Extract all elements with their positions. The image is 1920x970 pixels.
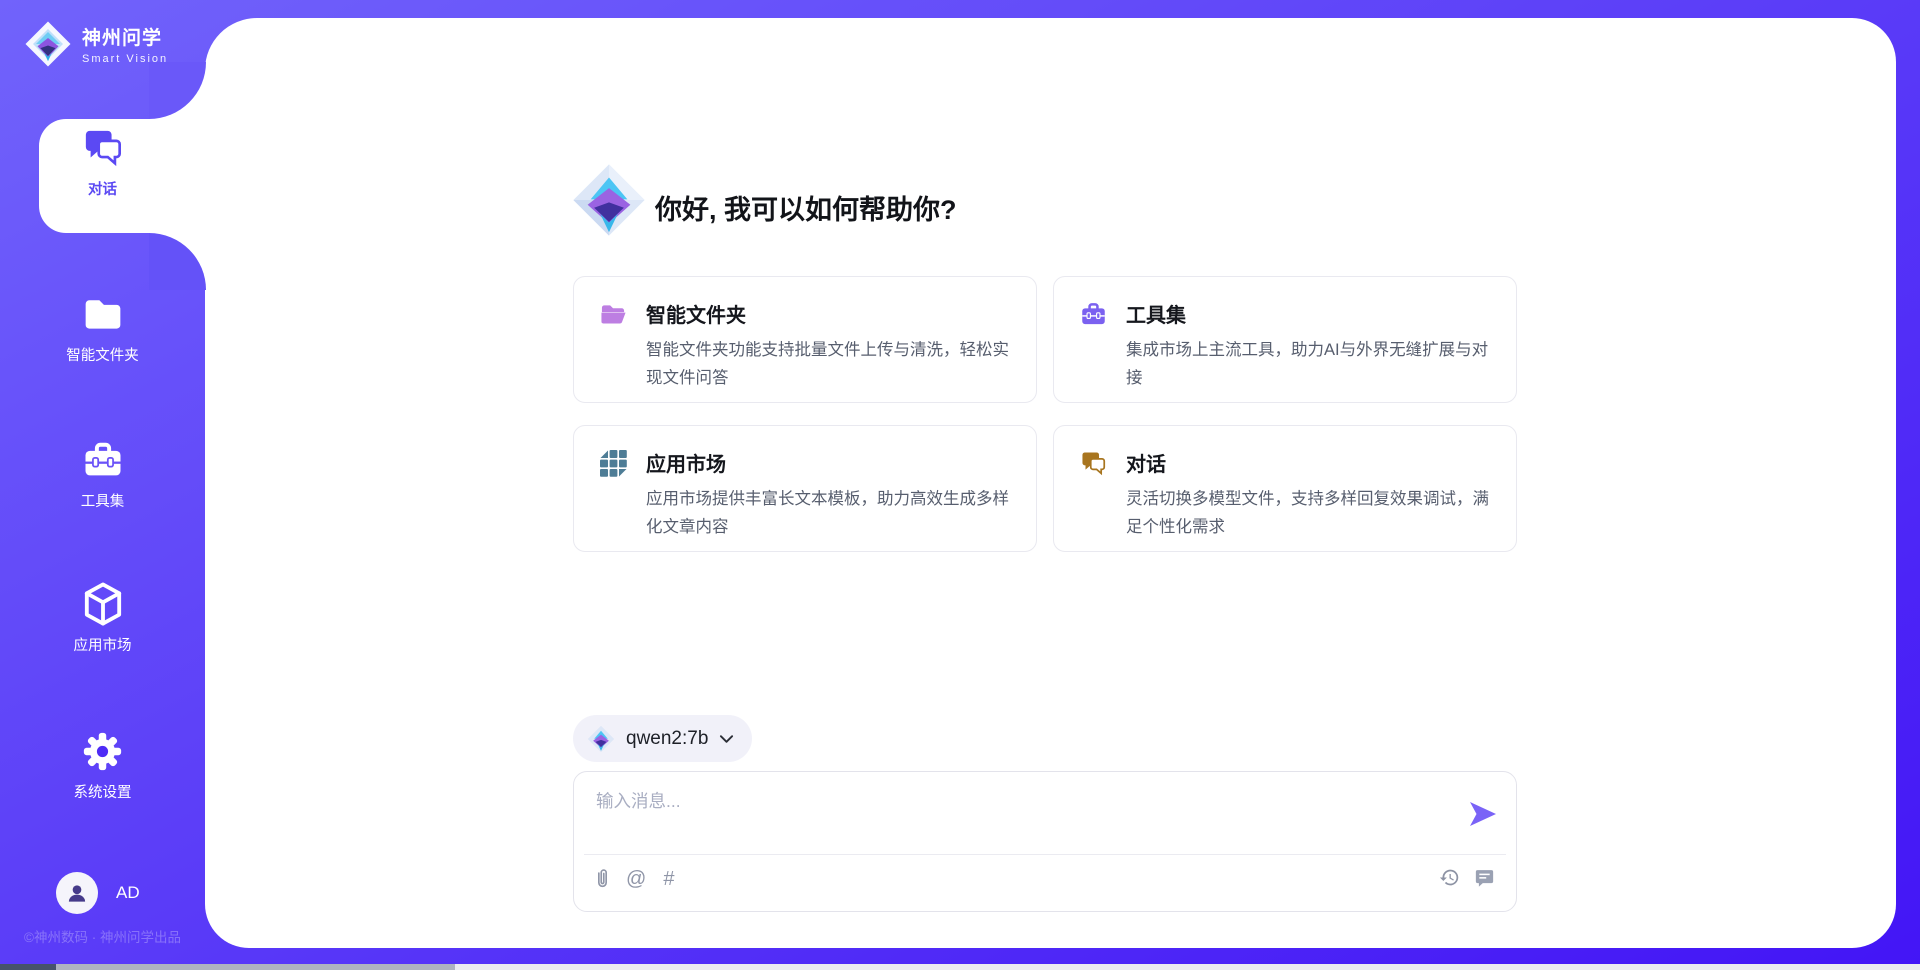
card-smart-folder[interactable]: 智能文件夹 智能文件夹功能支持批量文件上传与清洗，轻松实现文件问答	[573, 276, 1037, 403]
topic-icon[interactable]: #	[663, 867, 674, 891]
quick-chat-icon[interactable]	[1475, 868, 1494, 887]
card-title: 对话	[1126, 448, 1166, 477]
briefcase-icon	[1080, 301, 1107, 328]
card-app-market[interactable]: 应用市场 应用市场提供丰富长文本模板，助力高效生成多样化文章内容	[573, 425, 1037, 552]
model-selector[interactable]: qwen2:7b	[573, 715, 752, 762]
send-icon[interactable]	[1470, 802, 1496, 826]
brand-logo: 神州问学 Smart Vision	[24, 20, 168, 68]
folder-open-icon	[600, 301, 627, 328]
sidebar-item-smart-folder[interactable]: 智能文件夹	[0, 292, 205, 365]
sidebar: 神州问学 Smart Vision 对话 智能文件夹	[0, 0, 205, 970]
sidebar-item-label: 智能文件夹	[66, 344, 139, 365]
greeting-title: 你好, 我可以如何帮助你?	[655, 188, 957, 227]
assistant-diamond-icon	[571, 162, 647, 238]
message-composer: @ #	[573, 771, 1517, 912]
chat-bubbles-icon	[1080, 450, 1107, 477]
model-name: qwen2:7b	[626, 728, 708, 750]
sidebar-item-settings[interactable]: 系统设置	[0, 729, 205, 802]
message-input[interactable]	[596, 788, 1436, 848]
sidebar-item-app-market[interactable]: 应用市场	[0, 582, 205, 655]
brand-subtitle: Smart Vision	[82, 53, 168, 65]
sidebar-item-label: 应用市场	[74, 634, 132, 655]
composer-divider	[584, 854, 1506, 855]
brand-title: 神州问学	[82, 23, 168, 50]
card-toolset[interactable]: 工具集 集成市场上主流工具，助力AI与外界无缝扩展与对接	[1053, 276, 1517, 403]
card-description: 灵活切换多模型文件，支持多样回复效果调试，满足个性化需求	[1126, 485, 1494, 541]
avatar	[56, 872, 98, 914]
cube-icon	[81, 582, 125, 626]
brand-diamond-icon	[24, 20, 72, 68]
folder-icon	[81, 292, 125, 336]
user-initials: AD	[116, 883, 140, 903]
composer-tools-left: @ #	[596, 867, 674, 891]
card-chat[interactable]: 对话 灵活切换多模型文件，支持多样回复效果调试，满足个性化需求	[1053, 425, 1517, 552]
card-title: 智能文件夹	[646, 299, 746, 328]
card-description: 应用市场提供丰富长文本模板，助力高效生成多样化文章内容	[646, 485, 1014, 541]
card-title: 工具集	[1126, 299, 1186, 328]
composer-tools-right	[1439, 867, 1494, 888]
grid-icon	[600, 450, 627, 477]
card-description: 智能文件夹功能支持批量文件上传与清洗，轻松实现文件问答	[646, 336, 1014, 392]
briefcase-icon	[81, 438, 125, 482]
sidebar-item-label: 工具集	[81, 490, 125, 511]
user-account[interactable]: AD	[56, 872, 140, 914]
sidebar-item-chat[interactable]: 对话	[0, 126, 205, 199]
sidebar-item-toolset[interactable]: 工具集	[0, 438, 205, 511]
card-description: 集成市场上主流工具，助力AI与外界无缝扩展与对接	[1126, 336, 1494, 392]
mention-icon[interactable]: @	[626, 867, 646, 891]
scrollbar-corner	[0, 964, 56, 970]
history-icon[interactable]	[1439, 867, 1460, 888]
chat-bubbles-icon	[81, 126, 125, 170]
horizontal-scrollbar-thumb[interactable]	[56, 964, 455, 970]
chevron-down-icon	[719, 734, 734, 744]
gear-icon	[81, 729, 125, 773]
sidebar-item-label: 对话	[88, 178, 117, 199]
attachment-icon[interactable]	[596, 868, 609, 890]
sidebar-item-label: 系统设置	[74, 781, 132, 802]
card-title: 应用市场	[646, 448, 726, 477]
copyright-footer: ©神州数码 · 神州问学出品	[0, 926, 205, 946]
feature-cards: 智能文件夹 智能文件夹功能支持批量文件上传与清洗，轻松实现文件问答 工具集 集成…	[573, 276, 1517, 552]
model-diamond-icon	[587, 725, 615, 753]
person-icon	[64, 880, 90, 906]
